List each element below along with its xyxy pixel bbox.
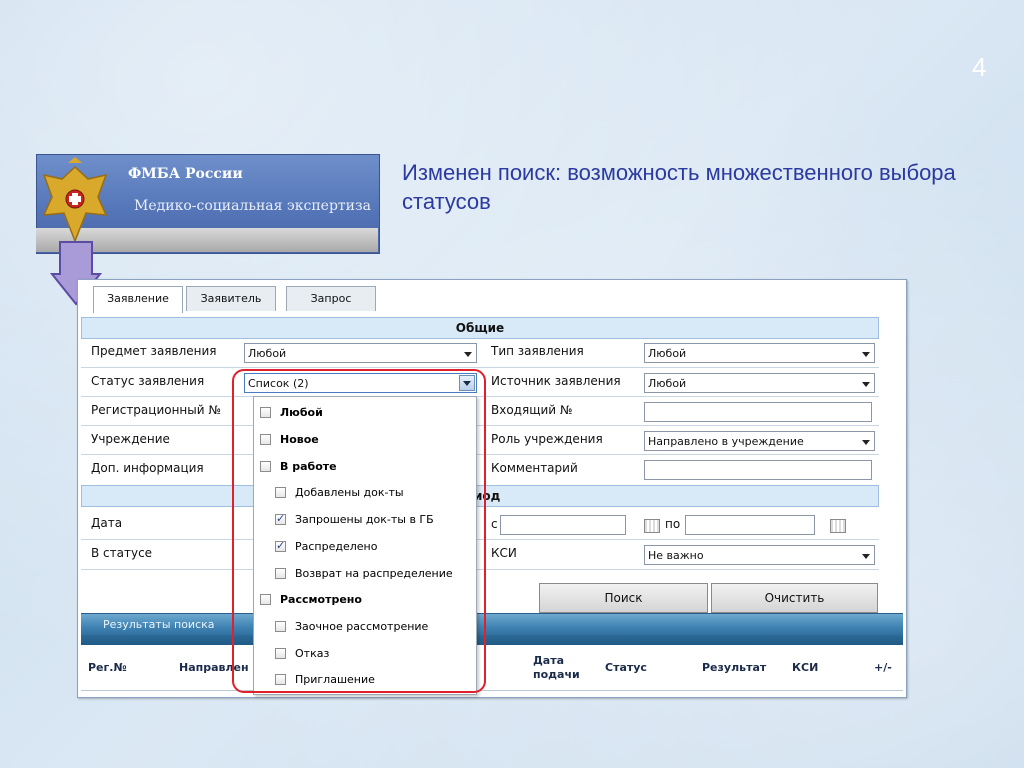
chevron-down-icon	[862, 440, 870, 445]
status-multiselect-value: Список (2)	[248, 377, 309, 390]
type-label: Тип заявления	[491, 344, 584, 358]
status-dropdown-button[interactable]	[459, 375, 475, 391]
type-select[interactable]: Любой	[644, 343, 875, 363]
checkbox[interactable]	[275, 568, 286, 579]
column-directed[interactable]: Направлен	[179, 661, 249, 675]
status-option-label: Рассмотрено	[280, 593, 362, 606]
ksi-select-value: Не важно	[648, 549, 704, 562]
results-label: Результаты поиска	[103, 618, 215, 631]
column-reg-number[interactable]: Рег.№	[88, 661, 127, 675]
date-label: Дата	[91, 516, 123, 530]
column-submit-date[interactable]: Дата подачи	[533, 654, 580, 682]
checkbox[interactable]	[275, 621, 286, 632]
chevron-down-icon	[463, 381, 471, 386]
institution-label: Учреждение	[91, 432, 170, 446]
checkbox[interactable]	[260, 407, 271, 418]
checkbox[interactable]	[275, 648, 286, 659]
calendar-icon[interactable]	[830, 519, 846, 533]
divider	[81, 367, 879, 368]
status-dropdown-list: Любой Новое В работе Добавлены док-ты Запрош…	[253, 396, 477, 695]
section-period-header: иод	[81, 485, 879, 507]
status-option-label: Заочное рассмотрение	[295, 620, 429, 633]
checkbox[interactable]	[275, 674, 286, 685]
slide-number: 4	[972, 52, 987, 82]
results-band	[81, 635, 903, 645]
divider	[81, 690, 903, 691]
incoming-number-label: Входящий №	[491, 403, 573, 417]
source-label: Источник заявления	[491, 374, 621, 388]
clear-button[interactable]: Очистить	[711, 583, 878, 613]
source-select-value: Любой	[648, 377, 687, 390]
search-form-window: Заявление Заявитель Запрос Общие Предмет…	[77, 279, 907, 698]
column-add-remove[interactable]: +/-	[874, 661, 892, 675]
checkbox-checked[interactable]	[275, 510, 286, 528]
search-button[interactable]: Поиск	[539, 583, 708, 613]
subject-label: Предмет заявления	[91, 344, 217, 358]
results-header-bar: Результаты поиска	[81, 613, 903, 636]
column-ksi[interactable]: КСИ	[792, 661, 818, 675]
tab-request[interactable]: Запрос	[286, 286, 376, 311]
type-select-value: Любой	[648, 347, 687, 360]
status-label: Статус заявления	[91, 374, 205, 388]
divider	[81, 454, 879, 455]
ksi-select[interactable]: Не важно	[644, 545, 875, 565]
incoming-number-input[interactable]	[644, 402, 872, 422]
tab-application[interactable]: Заявление	[93, 286, 183, 313]
status-option-label: Любой	[280, 406, 323, 419]
ksi-label: КСИ	[491, 546, 517, 560]
checkbox-checked[interactable]	[275, 537, 286, 555]
results-table-header: Рег.№ Направлен Дата подачи Статус Резул…	[78, 645, 906, 689]
divider	[81, 396, 879, 397]
subject-select[interactable]: Любой	[244, 343, 477, 363]
status-multiselect[interactable]: Список (2)	[244, 373, 477, 393]
checkbox[interactable]	[260, 594, 271, 605]
status-option-label: Приглашение	[295, 673, 375, 686]
tab-applicant[interactable]: Заявитель	[186, 286, 276, 311]
section-general-header: Общие	[81, 317, 879, 339]
chevron-down-icon	[862, 554, 870, 559]
checkbox[interactable]	[260, 461, 271, 472]
status-option-label: Добавлены док-ты	[295, 486, 404, 499]
divider	[81, 569, 879, 570]
logo-title: ФМБА России	[128, 166, 243, 182]
column-status[interactable]: Статус	[605, 661, 647, 675]
checkbox[interactable]	[260, 434, 271, 445]
chevron-down-icon	[862, 382, 870, 387]
comment-input[interactable]	[644, 460, 872, 480]
role-label: Роль учреждения	[491, 432, 603, 446]
status-option-label: Распределено	[295, 540, 378, 553]
role-select-value: Направлено в учреждение	[648, 435, 804, 448]
in-status-label: В статусе	[91, 546, 153, 560]
status-option-label: Отказ	[295, 647, 330, 660]
comment-label: Комментарий	[491, 461, 578, 475]
chevron-down-icon	[862, 352, 870, 357]
double-eagle-emblem-icon	[42, 157, 108, 244]
divider	[81, 425, 879, 426]
section-period-title: иод	[474, 489, 501, 503]
source-select[interactable]: Любой	[644, 373, 875, 393]
date-from-label: с	[491, 517, 498, 531]
chevron-down-icon	[464, 352, 472, 357]
reg-number-label: Регистрационный №	[91, 403, 221, 417]
calendar-icon[interactable]	[644, 519, 660, 533]
date-from-input[interactable]	[500, 515, 626, 535]
status-option-label: В работе	[280, 460, 337, 473]
status-option-label: Возврат на распределение	[295, 567, 453, 580]
date-to-label: по	[665, 517, 681, 531]
divider	[81, 539, 879, 540]
slide-title: Изменен поиск: возможность множественног…	[402, 160, 956, 214]
status-option-label: Запрошены док-ты в ГБ	[295, 513, 434, 526]
logo-subtitle: Медико-социальная экспертиза	[134, 198, 371, 214]
status-option-label: Новое	[280, 433, 319, 446]
date-to-input[interactable]	[685, 515, 815, 535]
subject-select-value: Любой	[248, 347, 287, 360]
role-select[interactable]: Направлено в учреждение	[644, 431, 875, 451]
column-result[interactable]: Результат	[702, 661, 766, 675]
extra-info-label: Доп. информация	[91, 461, 204, 475]
checkbox[interactable]	[275, 487, 286, 498]
